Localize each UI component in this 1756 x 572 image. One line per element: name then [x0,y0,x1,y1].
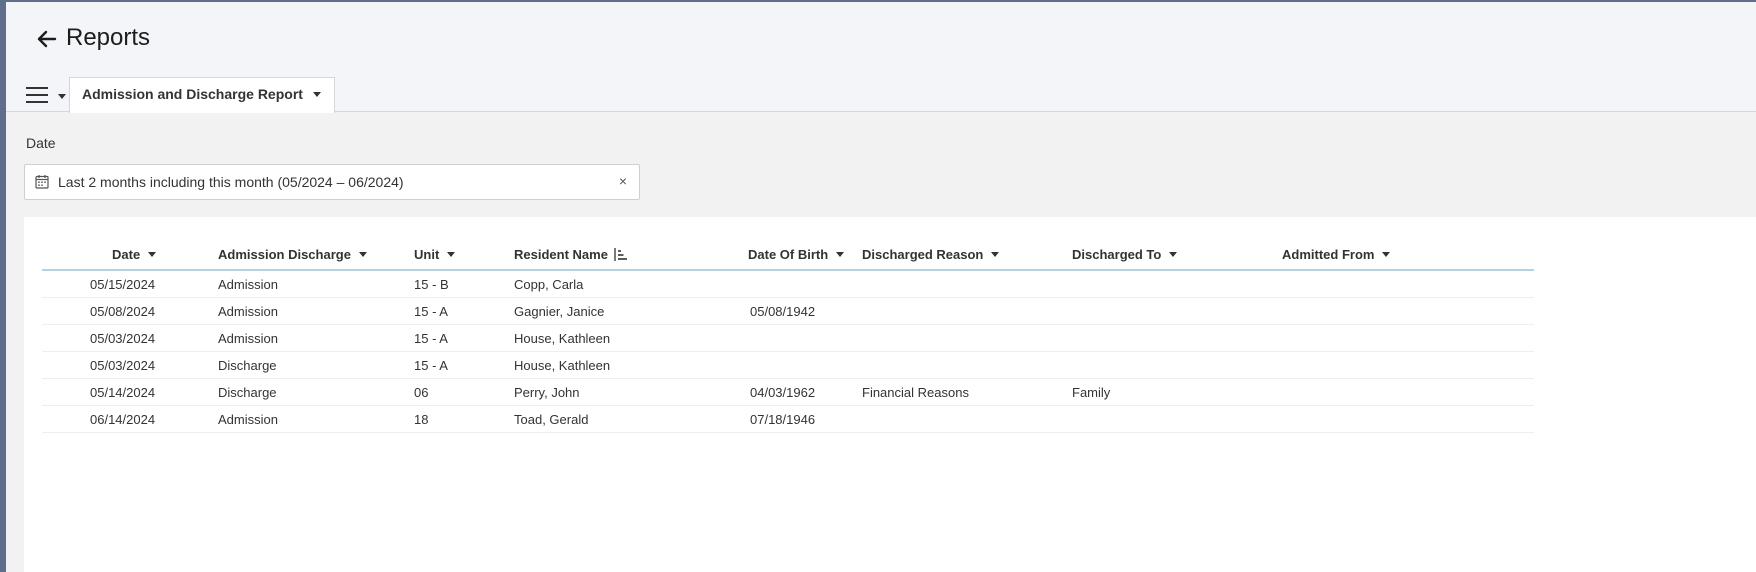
cell-resident-name: Gagnier, Janice [514,304,605,319]
column-header-discharged-to[interactable]: Discharged To [1072,247,1178,262]
cell-date: 05/03/2024 [90,358,156,373]
column-header-label: Discharged To [1072,247,1162,262]
cell-unit: 15 - A [414,304,448,319]
report-grid: Date Admission Discharge Unit Resident N… [42,239,1534,433]
column-header-label: Discharged Reason [862,247,984,262]
cell-date: 05/08/2024 [90,304,156,319]
column-header-label: Unit [414,247,440,262]
cell-admission-discharge: Admission [218,331,278,346]
chevron-down-icon [358,252,367,257]
chevron-down-icon [148,252,157,257]
column-header-label: Admitted From [1282,247,1375,262]
page-title: Reports [66,24,151,51]
cell-unit: 18 [414,412,429,427]
chevron-down-icon [58,94,66,99]
cell-unit: 06 [414,385,429,400]
date-range-value: Last 2 months including this month (05/2… [58,174,404,190]
column-header-admitted-from[interactable]: Admitted From [1282,247,1391,262]
table-row[interactable]: 06/14/2024 Admission 18 Toad, Gerald 07/… [42,406,1534,433]
cell-resident-name: Toad, Gerald [514,412,589,427]
table-row[interactable]: 05/14/2024 Discharge 06 Perry, John 04/0… [42,379,1534,406]
cell-date-of-birth: 05/08/1942 [750,304,816,319]
column-header-label: Date [112,247,141,262]
cell-resident-name: House, Kathleen [514,331,611,346]
hamburger-menu-icon [26,87,48,108]
cell-date: 05/15/2024 [90,277,156,292]
chevron-down-icon [312,92,321,97]
cell-unit: 15 - A [414,331,448,346]
column-header-resident-name[interactable]: Resident Name [514,247,628,265]
date-filter-label: Date [26,135,56,151]
cell-admission-discharge: Admission [218,277,278,292]
chevron-down-icon [1169,252,1178,257]
table-row[interactable]: 05/15/2024 Admission 15 - B Copp, Carla [42,271,1534,298]
table-row[interactable]: 05/08/2024 Admission 15 - A Gagnier, Jan… [42,298,1534,325]
cell-date-of-birth: 07/18/1946 [750,412,816,427]
cell-date: 05/14/2024 [90,385,156,400]
cell-resident-name: Perry, John [514,385,580,400]
clear-date-icon[interactable]: × [619,173,627,189]
cell-unit: 15 - A [414,358,448,373]
chevron-down-icon [836,252,845,257]
cell-admission-discharge: Discharge [218,358,277,373]
chevron-down-icon [447,252,456,257]
hamburger-menu-button[interactable] [18,83,66,108]
column-header-unit[interactable]: Unit [414,247,456,262]
cell-date: 06/14/2024 [90,412,156,427]
sort-ascending-icon[interactable] [614,247,628,265]
report-selector-label: Admission and Discharge Report [82,86,303,102]
cell-discharged-to: Family [1072,385,1111,400]
cell-unit: 15 - B [414,277,449,292]
column-header-label: Admission Discharge [218,247,351,262]
column-header-date[interactable]: Date [112,247,157,262]
column-header-admission-discharge[interactable]: Admission Discharge [218,247,367,262]
column-header-label: Date Of Birth [748,247,829,262]
table-row[interactable]: 05/03/2024 Admission 15 - A House, Kathl… [42,325,1534,352]
calendar-icon [35,174,49,194]
cell-resident-name: Copp, Carla [514,277,584,292]
report-tabbar: Admission and Discharge Report [6,77,806,113]
cell-admission-discharge: Discharge [218,385,277,400]
table-row[interactable]: 05/03/2024 Discharge 15 - A House, Kathl… [42,352,1534,379]
grid-header: Date Admission Discharge Unit Resident N… [42,239,1534,271]
cell-date: 05/03/2024 [90,331,156,346]
cell-discharged-reason: Financial Reasons [862,385,969,400]
chevron-down-icon [991,252,1000,257]
date-range-filter[interactable]: Last 2 months including this month (05/2… [24,164,640,200]
column-header-discharged-reason[interactable]: Discharged Reason [862,247,1000,262]
column-header-label: Resident Name [514,247,608,262]
report-grid-panel: Date Admission Discharge Unit Resident N… [24,217,1756,572]
cell-admission-discharge: Admission [218,304,278,319]
report-selector-tab[interactable]: Admission and Discharge Report [69,77,335,113]
cell-date-of-birth: 04/03/1962 [750,385,816,400]
cell-admission-discharge: Admission [218,412,278,427]
chevron-down-icon [1382,252,1391,257]
arrow-left-icon[interactable] [34,26,60,52]
cell-resident-name: House, Kathleen [514,358,611,373]
column-header-date-of-birth[interactable]: Date Of Birth [748,247,845,262]
